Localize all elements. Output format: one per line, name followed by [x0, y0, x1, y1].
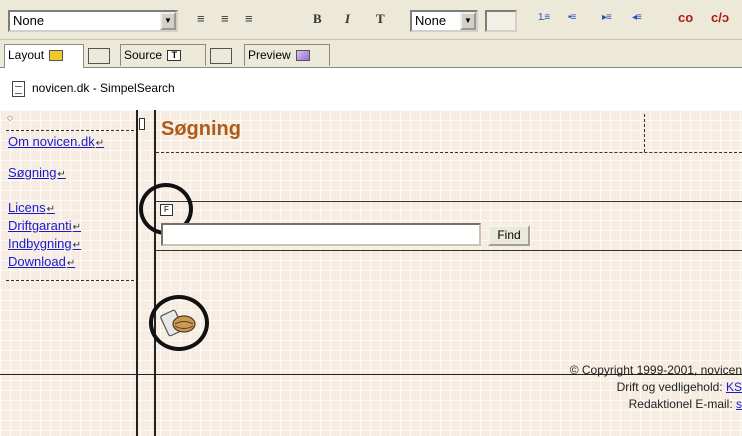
nav-link-driftgaranti[interactable]: Driftgaranti↵ [8, 218, 81, 233]
unordered-list-icon[interactable]: •≡ [568, 12, 576, 23]
plugin-icon[interactable] [160, 306, 200, 342]
link-icon[interactable]: co [678, 10, 693, 25]
nav-link-indbygning[interactable]: Indbygning↵ [8, 236, 81, 251]
align-center-icon[interactable]: ≡ [221, 12, 229, 26]
style-select[interactable]: None ▼ [8, 10, 178, 32]
editorial-line: Redaktionel E-mail: s [570, 396, 742, 413]
table-border [154, 110, 156, 436]
nav-link-label: Driftgaranti [8, 218, 72, 233]
outdent-icon[interactable]: ◂≡ [632, 12, 642, 23]
table-view-icon[interactable] [88, 48, 110, 64]
document-title: novicen.dk - SimpelSearch [32, 81, 175, 95]
align-left-icon[interactable]: ≡ [197, 12, 205, 26]
operations-line: Drift og vedligehold: KS [570, 379, 742, 396]
chevron-down-icon[interactable]: ▼ [160, 12, 176, 30]
align-right-icon[interactable]: ≡ [245, 12, 253, 26]
operations-link[interactable]: KS [726, 380, 742, 394]
nav-link-label: Søgning [8, 165, 57, 180]
tab-source-label: Source [124, 48, 163, 62]
layer-guide [156, 152, 742, 153]
document-icon [12, 81, 25, 97]
tab-source[interactable]: Source T [120, 44, 206, 66]
nav-link-label: Download [8, 254, 66, 269]
tab-layout-label: Layout [8, 48, 45, 62]
layout-icon [49, 50, 64, 62]
paragraph-mark-icon: ↵ [95, 138, 105, 149]
search-input[interactable] [161, 223, 481, 246]
layout-canvas[interactable]: ◌ Om novicen.dk↵ Søgning↵ Licens↵ Driftg… [0, 110, 742, 436]
view-tabs: Layout Source T Preview [0, 40, 742, 68]
preview-icon [296, 50, 311, 62]
paragraph-mark-icon: ↵ [72, 240, 82, 251]
nav-link-sogning[interactable]: Søgning↵ [8, 165, 66, 180]
form-marker-icon[interactable]: F [160, 204, 173, 216]
tab-layout[interactable]: Layout [4, 44, 84, 68]
indent-icon[interactable]: ▸≡ [602, 12, 612, 23]
cell-border [156, 250, 742, 251]
italic-button[interactable]: I [345, 12, 350, 26]
formatting-toolbar: None ▼ ≡ ≡ ≡ B I T None ▼ 1.≡ •≡ ▸≡ ◂≡ c… [0, 0, 742, 40]
page-heading: Søgning [161, 118, 241, 140]
comment-icon[interactable]: ◌ [7, 114, 13, 124]
chevron-down-icon[interactable]: ▼ [460, 12, 476, 30]
layer-anchor-icon[interactable] [139, 118, 145, 130]
document-view-icon[interactable] [210, 48, 232, 64]
copyright-text: © Copyright 1999-2001, novicen [569, 363, 742, 377]
paragraph-mark-icon: ↵ [72, 222, 81, 233]
tab-preview-label: Preview [248, 48, 291, 62]
bold-button[interactable]: B [313, 12, 322, 26]
find-button[interactable]: Find [488, 225, 530, 246]
tab-preview[interactable]: Preview [244, 44, 330, 66]
class-select[interactable]: None ▼ [410, 10, 478, 32]
editorial-link[interactable]: s [736, 397, 742, 411]
editorial-label: Redaktionel E-mail: [628, 397, 736, 411]
layer-guide [6, 130, 134, 131]
class-select-value: None [415, 13, 447, 28]
table-border [136, 110, 138, 436]
ordered-list-icon[interactable]: 1.≡ [538, 12, 550, 23]
style-select-value: None [13, 13, 45, 28]
paragraph-mark-icon: ↵ [46, 204, 55, 215]
text-style-button[interactable]: T [376, 12, 385, 26]
paragraph-mark-icon: ↵ [57, 169, 66, 180]
paragraph-mark-icon: ↵ [66, 258, 76, 269]
layer-guide [644, 114, 645, 152]
nav-link-label: Licens [8, 200, 46, 215]
color-swatch[interactable] [485, 10, 517, 32]
nav-link-om[interactable]: Om novicen.dk↵ [8, 134, 104, 149]
cell-border [156, 201, 742, 202]
nav-link-label: Om novicen.dk [8, 134, 95, 149]
nav-link-licens[interactable]: Licens↵ [8, 200, 55, 215]
layer-guide [6, 280, 134, 281]
nav-link-label: Indbygning [8, 236, 72, 251]
page-footer: © Copyright 1999-2001, novicen Drift og … [570, 362, 742, 413]
nav-link-download[interactable]: Download↵ [8, 254, 75, 269]
unlink-icon[interactable]: c/ɔ [711, 10, 729, 25]
operations-label: Drift og vedligehold: [616, 380, 726, 394]
source-icon: T [167, 50, 182, 62]
document-titlebar: novicen.dk - SimpelSearch [0, 69, 742, 109]
